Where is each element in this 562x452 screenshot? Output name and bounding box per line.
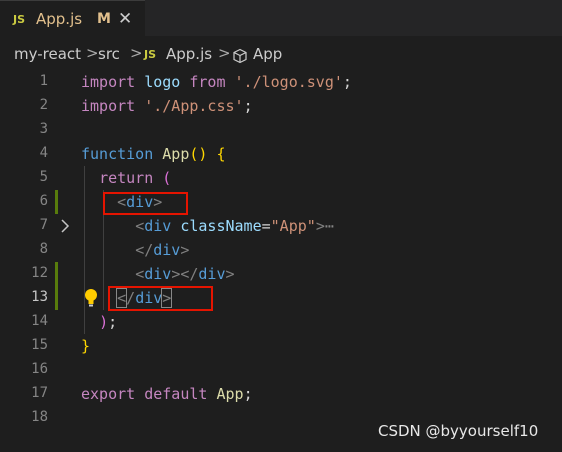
line-number: 18: [31, 409, 48, 425]
modified-indicator: M: [97, 11, 111, 27]
code-text: </div>: [135, 241, 190, 259]
code-line: 8 </div>: [0, 238, 562, 262]
code-line: 14 );: [0, 310, 562, 334]
code-text: <div></div>: [135, 265, 235, 283]
code-line: 7 <div className="App">⋯: [0, 214, 562, 238]
tab-bar: JS App.js M ✕: [0, 0, 562, 36]
breadcrumb-item-src[interactable]: src: [98, 45, 120, 63]
code-text: );: [99, 313, 118, 331]
code-text: <div className="App">⋯: [135, 217, 334, 235]
line-number: 16: [31, 361, 48, 377]
line-number: 5: [39, 169, 48, 185]
cube-icon: [233, 48, 247, 64]
javascript-file-icon: JS: [13, 13, 26, 26]
code-line: 2 import './App.css';: [0, 94, 562, 118]
line-number: 12: [31, 265, 48, 281]
code-text: }: [81, 337, 91, 355]
code-text: import logo from './logo.svg';: [81, 73, 352, 91]
watermark: CSDN @byyourself10: [378, 422, 539, 440]
line-number: 17: [31, 385, 48, 401]
code-line: 5 return (: [0, 166, 562, 190]
tab-app-js[interactable]: JS App.js M ✕: [0, 0, 145, 36]
code-editor[interactable]: 1 import logo from './logo.svg'; 2 impor…: [0, 70, 562, 452]
code-line: 4 function App() {: [0, 142, 562, 166]
close-icon[interactable]: ✕: [118, 9, 132, 29]
code-line: 1 import logo from './logo.svg';: [0, 70, 562, 94]
breadcrumb-item-app-js[interactable]: App.js: [166, 45, 212, 63]
code-text: export default App;: [81, 385, 253, 403]
code-line: 17 export default App;: [0, 382, 562, 406]
code-text: return (: [99, 169, 172, 187]
annotation-box: [103, 192, 188, 215]
code-line: 3: [0, 118, 562, 142]
code-line-active: 13 </div>: [0, 286, 562, 310]
line-number: 3: [39, 121, 48, 137]
annotation-box: [108, 286, 213, 311]
chevron-right-icon[interactable]: [60, 219, 70, 233]
breadcrumb-item-app[interactable]: App: [253, 45, 282, 63]
breadcrumb: my-react > src > JS App.js > App: [0, 36, 562, 66]
code-text: function App() {: [81, 145, 226, 163]
code-text: import './App.css';: [81, 97, 253, 115]
breadcrumb-separator: >: [218, 44, 231, 62]
line-number: 14: [31, 313, 48, 329]
line-number: 6: [39, 193, 48, 209]
line-number: 13: [31, 289, 48, 305]
tab-label: App.js: [36, 10, 83, 28]
line-number: 4: [39, 145, 48, 161]
line-number: 1: [39, 73, 48, 89]
line-number: 15: [31, 337, 48, 353]
breadcrumb-separator: >: [130, 44, 143, 62]
javascript-file-icon: JS: [144, 48, 157, 61]
code-line: 16: [0, 358, 562, 382]
code-line: 15 }: [0, 334, 562, 358]
line-number: 7: [39, 217, 48, 233]
line-number: 8: [39, 241, 48, 257]
line-number: 2: [39, 97, 48, 113]
code-line: 12 <div></div>: [0, 262, 562, 286]
breadcrumb-separator: >: [86, 44, 99, 62]
breadcrumb-item-my-react[interactable]: my-react: [14, 45, 81, 63]
code-line: 6 <div>: [0, 190, 562, 214]
